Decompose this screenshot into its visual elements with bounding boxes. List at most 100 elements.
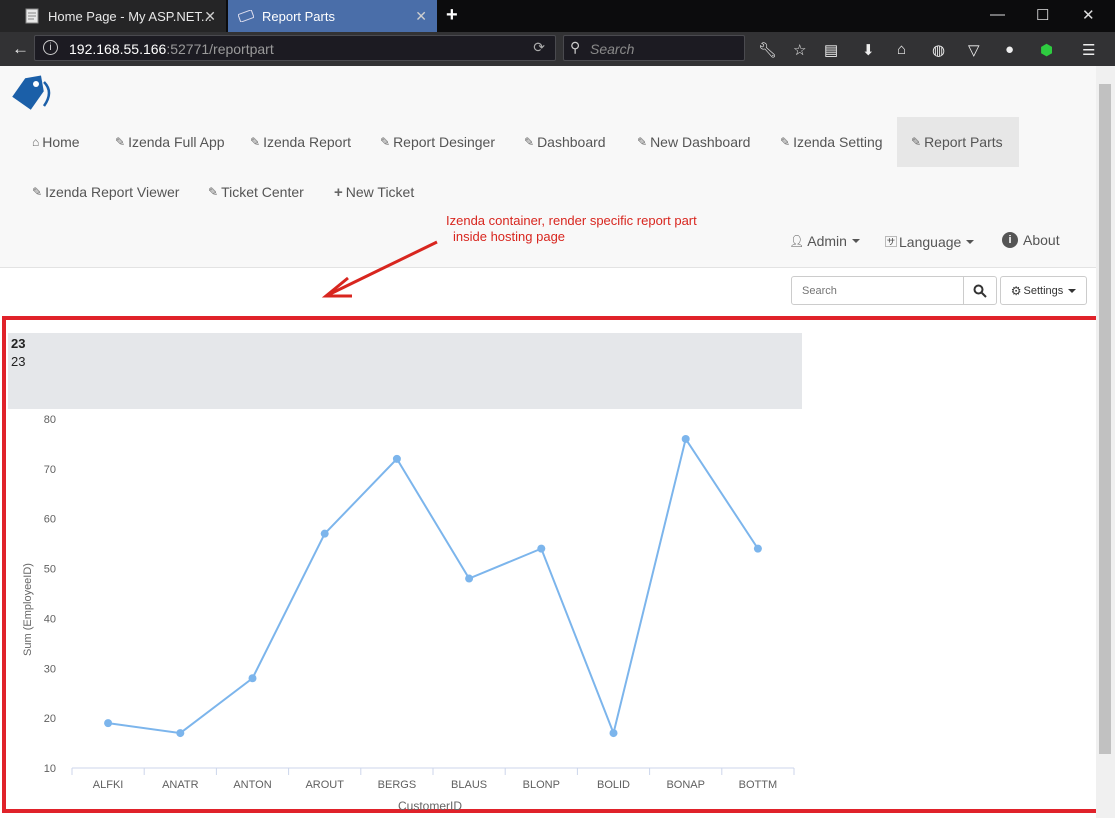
minimize-icon[interactable]: — (990, 6, 1005, 23)
admin-dropdown[interactable]: 👤︎ Admin (789, 233, 860, 249)
nav-label: Izenda Report Viewer (45, 184, 180, 200)
browser-search-input[interactable]: ⚲ Search (563, 35, 745, 61)
reading-list-icon[interactable]: ▤ (824, 41, 838, 59)
maximize-icon[interactable]: ☐ (1036, 6, 1049, 24)
data-point (753, 544, 762, 553)
x-tick-label: BOTTM (739, 779, 778, 791)
pocket-icon[interactable]: ▽ (968, 41, 980, 59)
data-point (104, 719, 113, 728)
x-tick-label: BLONP (523, 779, 560, 791)
nav-new-dashboard[interactable]: ✎ New Dashboard (623, 117, 764, 167)
data-point (176, 729, 185, 738)
user-icon: 👤︎ (789, 234, 805, 248)
nav-new-ticket[interactable]: + New Ticket (320, 167, 428, 217)
language-icon: 🈂︎ (885, 235, 898, 249)
data-point (537, 544, 546, 553)
x-tick-label: BLAUS (451, 779, 487, 791)
y-tick-label: 20 (44, 713, 56, 725)
url-host: 192.168.55.166 (69, 41, 167, 57)
extension-icon[interactable]: ◍ (932, 41, 945, 59)
caret-down-icon (851, 239, 860, 243)
report-part-value: 23 (11, 354, 26, 369)
report-search-input[interactable] (792, 277, 964, 304)
close-icon[interactable]: ✕ (415, 8, 427, 25)
x-tick-label: BERGS (378, 779, 417, 791)
download-icon[interactable]: ⬇ (862, 41, 875, 59)
ticket-icon (238, 8, 254, 24)
page-content: ⌂ Home ✎ Izenda Full App ✎ Izenda Report… (0, 66, 1096, 818)
home-icon[interactable]: ⌂ (897, 41, 906, 58)
annotation-line-2: inside hosting page (453, 229, 566, 244)
language-dropdown[interactable]: 🈂︎ Language (885, 233, 975, 250)
y-tick-label: 10 (44, 763, 56, 775)
ticket-icon: ✎ (780, 135, 791, 149)
back-icon[interactable]: ← (12, 39, 29, 59)
caret-down-icon (966, 239, 975, 244)
data-point (465, 574, 474, 583)
browser-tab-report-parts[interactable]: Report Parts ✕ (228, 0, 437, 32)
search-icon (973, 284, 987, 298)
nav-label: Report Parts (924, 134, 1003, 150)
plus-icon: + (334, 183, 343, 201)
nav-dashboard[interactable]: ✎ Dashboard (510, 117, 620, 167)
close-icon[interactable]: ✕ (204, 8, 216, 25)
nav-izenda-setting[interactable]: ✎ Izenda Setting (766, 117, 897, 167)
scrollbar-thumb[interactable] (1099, 84, 1111, 754)
info-icon[interactable]: i (43, 40, 58, 55)
new-tab-icon[interactable]: + (446, 4, 458, 27)
x-axis-title: CustomerID (398, 799, 462, 813)
nav-report-parts[interactable]: ✎ Report Parts (897, 117, 1019, 167)
ticket-icon: ✎ (115, 135, 126, 149)
nav-izenda-report[interactable]: ✎ Izenda Report (236, 117, 365, 167)
series-line (107, 436, 759, 737)
info-icon: i (1002, 232, 1018, 248)
menu-icon[interactable]: ☰ (1082, 41, 1095, 59)
nav-label: Izenda Report (263, 134, 352, 150)
nav-izenda-report-viewer[interactable]: ✎ Izenda Report Viewer (18, 167, 193, 217)
reload-icon[interactable]: ⟳ (533, 39, 545, 56)
settings-button[interactable]: ⚙ Settings (1000, 276, 1087, 305)
data-point (320, 529, 329, 538)
caret-down-icon (1068, 288, 1077, 293)
y-tick-label: 60 (44, 514, 56, 526)
settings-label: Settings (1023, 284, 1064, 297)
ticket-icon: ✎ (911, 135, 922, 149)
x-tick-label: ALFKI (93, 779, 124, 791)
y-axis-title: Sum (EmployeeID) (22, 563, 34, 656)
nav-izenda-full-app[interactable]: ✎ Izenda Full App (101, 117, 239, 167)
data-point (392, 454, 401, 463)
report-part-header: 23 23 (8, 333, 802, 409)
browser-toolbar: ← i 192.168.55.166:52771/reportpart ⟳ ⚲ … (0, 32, 1115, 66)
x-tick-label: AROUT (305, 779, 344, 791)
ticket-icon: ✎ (524, 135, 535, 149)
about-label: About (1023, 232, 1060, 248)
nav-ticket-center[interactable]: ✎ Ticket Center (194, 167, 318, 217)
url-bar[interactable]: i 192.168.55.166:52771/reportpart ⟳ (34, 35, 556, 61)
addon-icon[interactable]: ● (1005, 41, 1014, 58)
bookmark-star-icon[interactable]: ☆ (793, 41, 806, 59)
search-button[interactable] (963, 277, 996, 304)
admin-label: Admin (807, 233, 847, 249)
site-logo[interactable] (8, 72, 56, 112)
tab-title: Report Parts (262, 8, 335, 24)
x-tick-label: BOLID (597, 779, 630, 791)
about-link[interactable]: i About (1002, 232, 1060, 248)
gears-icon: ⚙ (1010, 283, 1022, 298)
window-close-icon[interactable]: ✕ (1082, 6, 1095, 24)
page-icon (24, 8, 40, 24)
nav-label: New Ticket (345, 184, 415, 200)
x-tick-label: ANTON (233, 779, 271, 791)
browser-tab-home[interactable]: Home Page - My ASP.NET... ✕ (0, 0, 226, 32)
wrench-icon[interactable]: 🔧︎ (758, 41, 777, 59)
shield-icon[interactable]: ⬢ (1040, 41, 1053, 59)
ticket-icon: ✎ (380, 135, 391, 149)
izenda-report-part-container: 23 23 10 20 30 40 50 60 70 80 ALFKI ANATR ANTON ARO… (2, 316, 1096, 813)
nav-report-designer[interactable]: ✎ Report Desinger (366, 117, 509, 167)
line-chart: 10 20 30 40 50 60 70 80 ALFKI ANATR ANTON AROUT BERG… (22, 414, 795, 813)
x-tick-label: BONAP (666, 779, 705, 791)
tab-title: Home Page - My ASP.NET... (48, 8, 212, 24)
nav-label: Ticket Center (221, 184, 304, 200)
report-search-field[interactable] (791, 276, 997, 305)
nav-label: Home (42, 134, 80, 150)
nav-home[interactable]: ⌂ Home (18, 117, 94, 167)
